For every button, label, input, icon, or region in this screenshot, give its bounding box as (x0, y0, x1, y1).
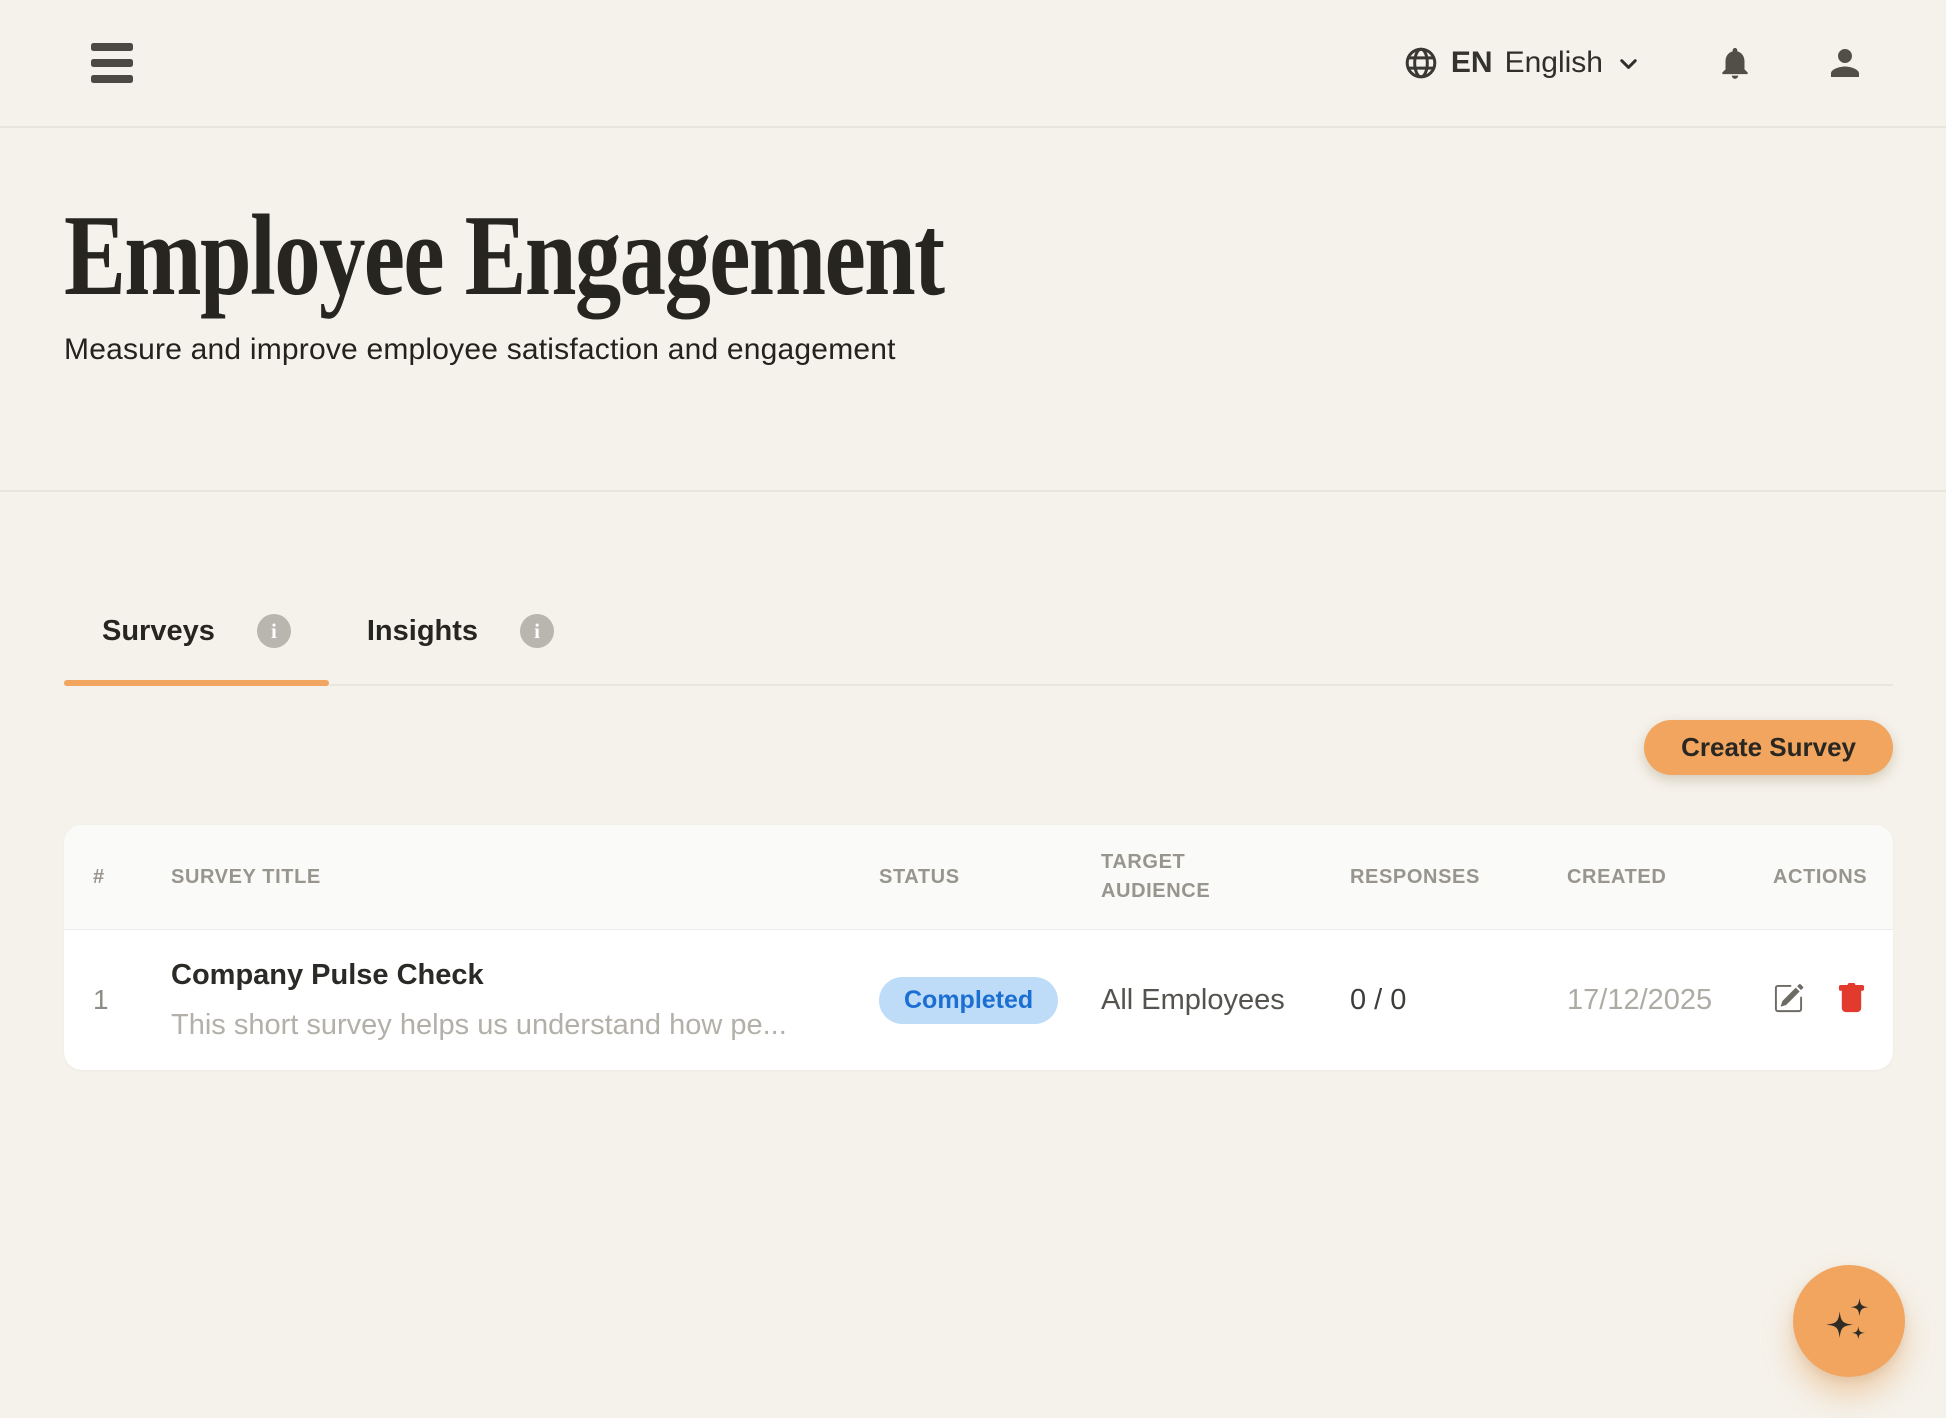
table-toolbar: Create Survey (64, 720, 1893, 775)
survey-description: This short survey helps us understand ho… (171, 1009, 879, 1042)
table-row[interactable]: 1 Company Pulse Check This short survey … (64, 930, 1893, 1070)
row-index: 1 (64, 984, 171, 1016)
chevron-down-icon (1615, 50, 1642, 77)
ai-assistant-button[interactable] (1793, 1265, 1905, 1377)
row-title-cell: Company Pulse Check This short survey he… (171, 959, 879, 1042)
edit-icon (1773, 983, 1804, 1017)
topbar-actions: EN English (1403, 42, 1866, 84)
page-subtitle: Measure and improve employee satisfactio… (64, 333, 1882, 367)
page-title: Employee Engagement (64, 194, 943, 319)
main-content: Surveys i Insights i Create Survey # Sur… (0, 614, 1946, 1070)
menu-button[interactable] (91, 39, 133, 87)
col-header-index: # (64, 863, 171, 892)
screen: EN English (0, 0, 1946, 1418)
sparkles-icon (1821, 1292, 1877, 1351)
surveys-table: # Survey Title Status Target Audience Re… (64, 825, 1893, 1070)
topbar: EN English (0, 0, 1946, 128)
language-selector[interactable]: EN English (1403, 45, 1642, 81)
language-code: EN (1451, 46, 1493, 80)
col-header-responses: Responses (1350, 863, 1567, 892)
globe-icon (1403, 45, 1439, 81)
col-header-created: Created (1567, 863, 1773, 892)
tab-insights[interactable]: Insights i (329, 614, 592, 684)
col-header-status: Status (879, 863, 1101, 892)
col-header-actions: Actions (1773, 863, 1893, 892)
notifications-button[interactable] (1716, 44, 1754, 82)
col-header-audience: Target Audience (1101, 848, 1236, 906)
hamburger-icon (91, 43, 133, 83)
tab-insights-label: Insights (367, 615, 478, 648)
delete-survey-button[interactable] (1836, 983, 1867, 1017)
user-icon (1824, 42, 1866, 84)
row-actions (1773, 983, 1893, 1017)
row-responses: 0 / 0 (1350, 984, 1567, 1017)
row-status-cell: Completed (879, 977, 1101, 1024)
edit-survey-button[interactable] (1773, 983, 1804, 1017)
row-created: 17/12/2025 (1567, 984, 1773, 1017)
trash-icon (1836, 983, 1867, 1017)
bell-icon (1716, 44, 1754, 82)
info-icon[interactable]: i (520, 614, 554, 648)
table-header-row: # Survey Title Status Target Audience Re… (64, 825, 1893, 930)
tab-bar: Surveys i Insights i (64, 614, 1893, 686)
col-header-title: Survey Title (171, 863, 879, 892)
create-survey-button[interactable]: Create Survey (1644, 720, 1893, 775)
language-name: English (1505, 46, 1603, 80)
survey-title: Company Pulse Check (171, 959, 879, 992)
tab-surveys-label: Surveys (102, 615, 215, 648)
status-badge: Completed (879, 977, 1058, 1024)
hero-section: Employee Engagement Measure and improve … (0, 128, 1946, 492)
info-icon[interactable]: i (257, 614, 291, 648)
profile-button[interactable] (1824, 42, 1866, 84)
tab-surveys[interactable]: Surveys i (64, 614, 329, 684)
row-audience: All Employees (1101, 984, 1350, 1017)
